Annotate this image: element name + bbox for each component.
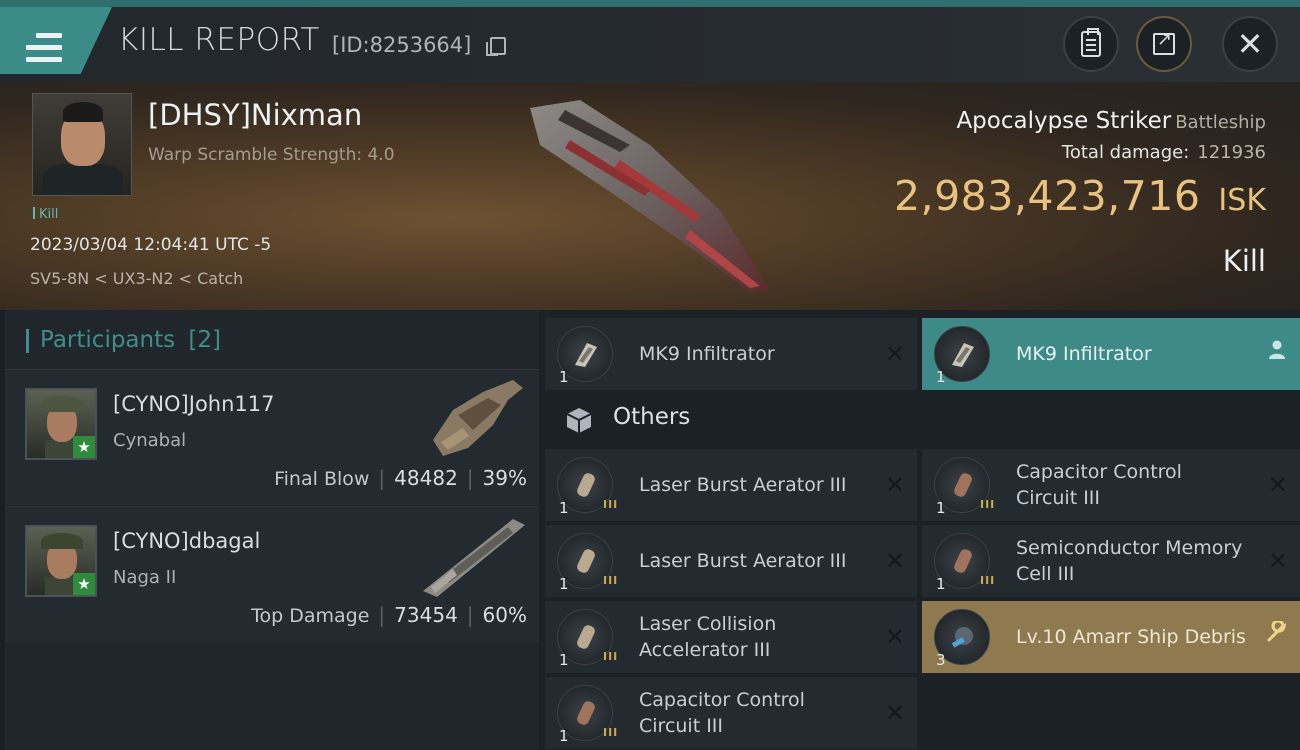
participant-name[interactable]: [CYNO]John117: [113, 392, 275, 416]
damage-value: 73454: [394, 603, 458, 627]
menu-icon[interactable]: [26, 33, 62, 63]
warp-scramble-strength: Warp Scramble Strength: 4.0: [148, 145, 395, 165]
kill-datetime: 2023/03/04 12:04:41 UTC -5: [30, 235, 272, 255]
item-name: Semiconductor Memory Cell III: [1016, 537, 1243, 585]
item-name: MK9 Infiltrator: [1016, 343, 1152, 365]
participant-ship: Naga II: [113, 567, 177, 588]
clipboard-button[interactable]: [1063, 16, 1119, 72]
total-damage-label: Total damage:: [1061, 142, 1190, 163]
damage-percent: 39%: [482, 466, 527, 490]
item-quantity: 3: [936, 651, 946, 669]
report-id: [ID:8253664]: [332, 33, 472, 57]
item-row[interactable]: 1 III Laser Collision Accelerator III ✕: [545, 601, 917, 673]
meta-level: III: [980, 574, 996, 587]
victim-portrait[interactable]: [32, 93, 132, 196]
isk-amount: 2,983,423,716: [893, 172, 1201, 220]
item-name: Laser Collision Accelerator III: [639, 613, 777, 661]
meta-level: III: [603, 498, 619, 511]
result-label: Kill: [1222, 244, 1266, 278]
total-damage-value: 121936: [1197, 142, 1266, 163]
destroyed-icon: ✕: [884, 340, 905, 368]
meta-level: III: [980, 498, 996, 511]
share-button[interactable]: [1136, 16, 1192, 72]
item-row[interactable]: 1 III Capacitor Control Circuit III ✕: [545, 677, 917, 749]
meta-level: III: [603, 650, 619, 663]
top-bar: KILL REPORT [ID:8253664] ✕: [0, 0, 1300, 82]
kill-tag: Kill: [33, 207, 58, 222]
meta-level: III: [603, 574, 619, 587]
participants-label: Participants: [40, 327, 176, 353]
kill-location[interactable]: SV5-8N < UX3-N2 < Catch: [30, 269, 243, 288]
item-quantity: 1: [559, 368, 569, 386]
item-name: MK9 Infiltrator: [639, 343, 775, 365]
victim-name[interactable]: [DHSY]Nixman: [148, 98, 362, 132]
cynabal-ship-image: [433, 380, 523, 456]
destroyed-icon: ✕: [1267, 547, 1288, 575]
destroyed-icon: ✕: [884, 547, 905, 575]
participant-row[interactable]: ★ [CYNO]dbagal Naga II Top Damage | 73454 |…: [5, 506, 539, 642]
participant-ship: Cynabal: [113, 430, 187, 451]
cube-icon: [566, 408, 592, 433]
ship-name-text: Apocalypse Striker: [956, 108, 1172, 134]
item-row-highlight[interactable]: 3 Lv.10 Amarr Ship Debris: [922, 601, 1300, 673]
participants-header: Participants [2]: [26, 327, 221, 353]
participant-stats: Final Blow | 48482 | 39%: [274, 466, 527, 490]
item-quantity: 1: [559, 575, 569, 593]
participant-row[interactable]: ★ [CYNO]John117 Cynabal Final Blow | 48482…: [5, 369, 539, 505]
item-quantity: 1: [559, 499, 569, 517]
participant-name[interactable]: [CYNO]dbagal: [113, 529, 260, 553]
share-icon: [1153, 29, 1175, 55]
star-icon: ★: [73, 436, 95, 458]
damage-percent: 60%: [482, 603, 527, 627]
item-row[interactable]: 1 MK9 Infiltrator ✕: [545, 318, 917, 390]
others-section-header: Others: [545, 392, 1300, 446]
meta-level: III: [603, 726, 619, 739]
ship-class: Battleship: [1175, 112, 1266, 133]
victim-ship-name[interactable]: Apocalypse Striker Battleship: [956, 108, 1266, 134]
item-name: Laser Burst Aerator III: [639, 550, 847, 572]
stat-label: Top Damage: [251, 605, 370, 627]
item-quantity: 1: [559, 651, 569, 669]
damage-value: 48482: [394, 466, 458, 490]
item-quantity: 1: [559, 727, 569, 745]
item-name: Lv.10 Amarr Ship Debris: [1016, 626, 1246, 648]
participant-stats: Top Damage | 73454 | 60%: [251, 603, 527, 627]
item-name: Capacitor Control Circuit III: [639, 689, 805, 737]
others-label: Others: [613, 404, 691, 430]
item-row-selected[interactable]: 1 MK9 Infiltrator: [922, 318, 1300, 390]
naga-ship-image: [423, 519, 525, 597]
menu-tab[interactable]: [0, 7, 112, 74]
participants-count: [2]: [188, 327, 222, 353]
wrench-icon[interactable]: [1266, 619, 1288, 649]
destroyed-icon: ✕: [884, 623, 905, 651]
page-title: KILL REPORT: [118, 22, 320, 58]
close-button[interactable]: ✕: [1222, 16, 1278, 72]
destroyed-icon: ✕: [884, 471, 905, 499]
item-quantity: 1: [936, 368, 946, 386]
person-icon[interactable]: [1268, 340, 1286, 365]
close-icon: ✕: [1236, 25, 1264, 63]
item-row[interactable]: 1 III Capacitor Control Circuit III ✕: [922, 449, 1300, 521]
total-damage: Total damage: 121936: [1062, 142, 1266, 163]
copy-icon[interactable]: [486, 37, 506, 56]
destroyed-icon: ✕: [1267, 471, 1288, 499]
item-row[interactable]: 1 III Semiconductor Memory Cell III ✕: [922, 525, 1300, 597]
destroyed-icon: ✕: [884, 699, 905, 727]
item-row[interactable]: 1 III Laser Burst Aerator III ✕: [545, 449, 917, 521]
isk-unit: ISK: [1218, 183, 1266, 218]
item-quantity: 1: [936, 499, 946, 517]
item-name: Capacitor Control Circuit III: [1016, 461, 1182, 509]
stat-label: Final Blow: [274, 468, 370, 490]
item-quantity: 1: [936, 575, 946, 593]
item-name: Laser Burst Aerator III: [639, 474, 847, 496]
isk-value: 2,983,423,716 ISK: [894, 172, 1266, 220]
item-row[interactable]: 1 III Laser Burst Aerator III ✕: [545, 525, 917, 597]
star-icon: ★: [73, 573, 95, 595]
victim-ship-image: [530, 100, 770, 292]
clipboard-icon: [1081, 28, 1101, 57]
